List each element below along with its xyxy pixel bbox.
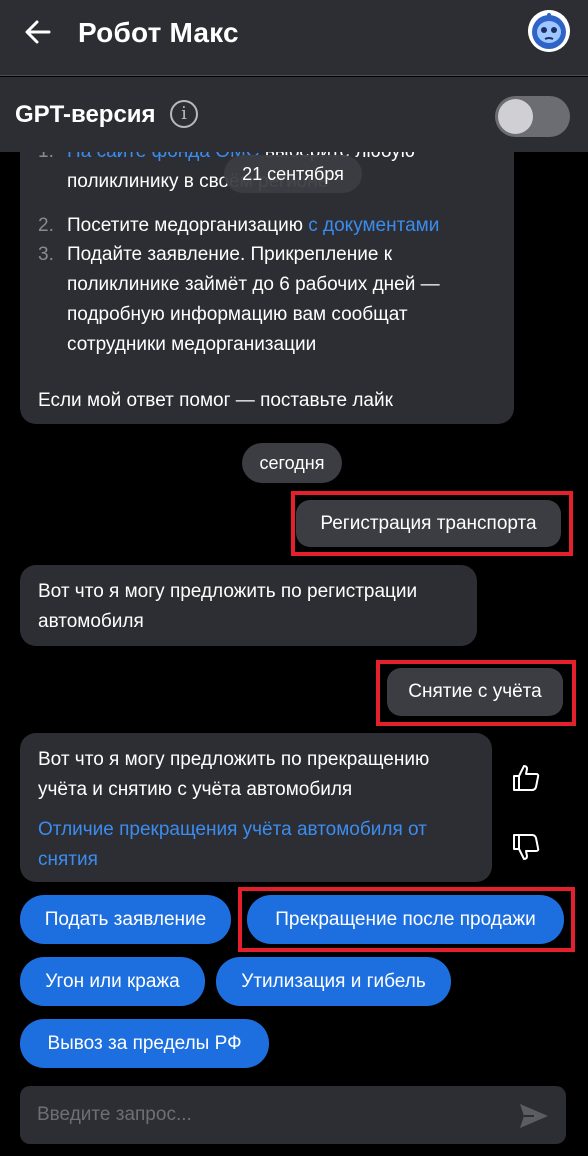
bot-message: Вот что я могу предложить по регистрации… — [20, 565, 477, 646]
date-separator: сегодня — [242, 443, 342, 483]
page-title: Робот Макс — [78, 17, 239, 48]
gpt-version-label: GPT-версия — [15, 101, 156, 128]
difference-link[interactable]: снятия — [38, 845, 98, 875]
chip-export[interactable]: Вывоз за пределы РФ — [20, 1019, 269, 1068]
back-arrow-icon — [25, 20, 51, 44]
message-footer: Если мой ответ помог — поставьте лайк — [38, 390, 393, 411]
like-button[interactable] — [511, 763, 541, 793]
dislike-icon — [513, 834, 540, 860]
list-item: Подайте заявление. Прикрепление к поликл… — [67, 244, 440, 355]
toggle-knob — [498, 99, 533, 134]
avatar[interactable] — [528, 10, 570, 52]
info-icon[interactable]: i — [170, 100, 198, 128]
date-separator: 21 сентября — [224, 155, 362, 193]
documents-link[interactable]: с документами — [308, 215, 439, 236]
input-placeholder: Введите запрос... — [37, 1104, 192, 1125]
gpt-version-toggle[interactable] — [495, 96, 570, 137]
dislike-button[interactable] — [511, 832, 541, 862]
bot-message: Вот что я могу предложить по прекращению… — [20, 733, 492, 882]
chip-after-sale[interactable]: Прекращение после продажи — [247, 895, 564, 944]
robot-avatar-icon — [528, 10, 570, 52]
user-message: Снятие с учёта — [387, 668, 563, 716]
list-item: Посетите медорганизацию с документами — [67, 215, 440, 236]
send-icon — [520, 1104, 548, 1128]
query-input[interactable]: Введите запрос... — [20, 1086, 566, 1144]
back-button[interactable] — [22, 16, 54, 48]
difference-link[interactable]: Отличие прекращения учёта автомобиля от — [38, 815, 427, 845]
user-message: Регистрация транспорта — [296, 500, 561, 547]
chat-header: Робот Макс — [0, 0, 588, 76]
chip-apply[interactable]: Подать заявление — [20, 895, 231, 944]
input-bar: Введите запрос... — [0, 1082, 588, 1156]
send-button[interactable] — [518, 1102, 550, 1130]
chat-area[interactable]: 1. На сайте фонда ОМС выберите любую пол… — [0, 152, 588, 1082]
chip-disposal[interactable]: Утилизация и гибель — [216, 957, 451, 1006]
like-icon — [513, 765, 540, 791]
chip-theft[interactable]: Угон или кража — [20, 957, 205, 1006]
